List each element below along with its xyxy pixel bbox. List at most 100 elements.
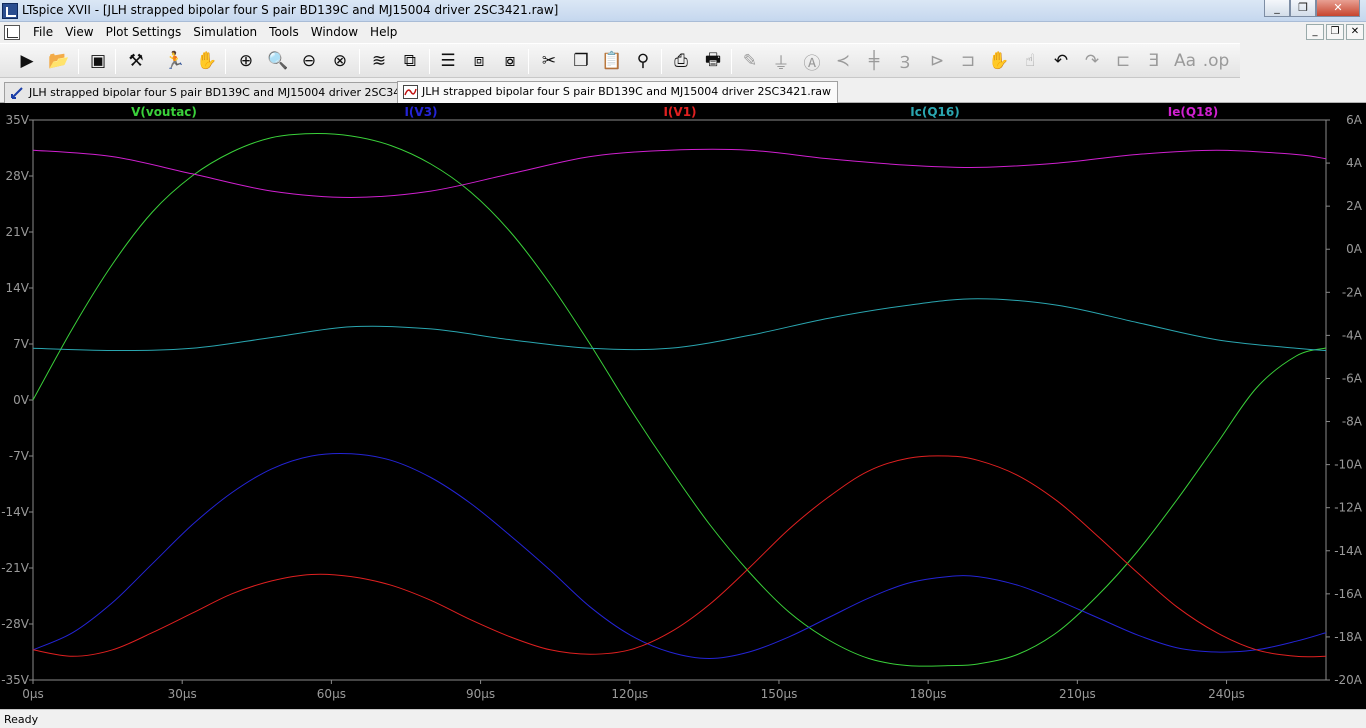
print-setup-icon[interactable]: 🖶 [700,48,726,74]
find-icon[interactable]: ⚲ [630,48,656,74]
document-tab-bar: JLH strapped bipolar four S pair BD139C … [0,79,1366,103]
inductor-icon[interactable]: Ɜ [892,48,918,74]
trace-ic-q16[interactable] [32,298,1327,352]
right-axis-tick-label: -12A [1334,501,1363,515]
menu-view[interactable]: View [59,25,99,39]
minimize-button[interactable]: _ [1264,0,1290,17]
menu-simulation[interactable]: Simulation [187,25,263,39]
title-bar: LTspice XVII - [JLH strapped bipolar fou… [0,0,1366,22]
menu-plot-settings[interactable]: Plot Settings [100,25,188,39]
x-axis-tick-label: 90µs [466,687,495,701]
trace-label-i-v3[interactable]: I(V3) [404,105,437,119]
left-axis-tick-label: 28V [6,169,30,183]
diode-icon[interactable]: ⊳ [924,48,950,74]
schematic-icon [11,87,23,99]
rotate-icon[interactable]: ⊏ [1110,48,1136,74]
copy-icon[interactable]: ❐ [568,48,594,74]
ltspice-app-icon[interactable] [2,3,18,19]
right-axis-tick-label: -14A [1334,544,1363,558]
menu-tools[interactable]: Tools [263,25,305,39]
plot-traces-icon[interactable]: ⧉ [397,48,423,74]
trace-ie-q18[interactable] [32,148,1327,199]
zoom-fit-icon[interactable]: 🔍 [265,48,291,74]
left-axis-tick-label: -35V [1,673,30,687]
left-axis-tick-label: -28V [1,617,30,631]
tab-waveform[interactable]: JLH strapped bipolar four S pair BD139C … [397,81,838,103]
spice-directive-icon[interactable]: .op [1203,48,1230,74]
right-axis-tick-label: -18A [1334,630,1363,644]
control-panel-icon[interactable]: ⚒ [123,48,149,74]
window-title: LTspice XVII - [JLH strapped bipolar fou… [22,3,559,17]
run-man-icon[interactable]: 🏃 [162,48,188,74]
zoom-cancel-icon[interactable]: ⊗ [327,48,353,74]
document-window-controls: _ ❐ ✕ [1306,24,1364,40]
tile-horizontal-icon[interactable]: ☰ [435,48,461,74]
trace-i-v3[interactable] [32,452,1327,660]
ground-icon[interactable]: ⏚ [768,48,794,74]
left-axis-tick-label: 21V [6,225,30,239]
x-axis-tick-label: 180µs [910,687,947,701]
component-icon[interactable]: ⊐ [955,48,981,74]
close-button[interactable]: ✕ [1316,0,1360,17]
right-axis-tick-label: -8A [1342,415,1363,429]
print-icon[interactable]: ⎙ [668,48,694,74]
undo-icon[interactable]: ↶ [1048,48,1074,74]
x-axis-tick-label: 240µs [1208,687,1245,701]
tab-schematic[interactable]: JLH strapped bipolar four S pair BD139C … [4,82,444,103]
maximize-button[interactable]: ❐ [1290,0,1316,17]
left-axis-tick-label: 7V [13,337,30,351]
toolbar: ▶ 📂 ▣ ⚒ 🏃 ✋ ⊕ 🔍 ⊖ ⊗ ≋ ⧉ ☰ ⧈ ⧇ ✂ ❐ 📋 ⚲ ⎙ … [0,43,1240,78]
pan-hand-icon[interactable]: ✋ [194,48,220,74]
tab-schematic-label: JLH strapped bipolar four S pair BD139C … [29,86,437,99]
trace-v-voutac[interactable] [32,133,1327,667]
open-icon[interactable]: 📂 [46,48,72,74]
zoom-in-icon[interactable]: ⊕ [233,48,259,74]
resistor-icon[interactable]: ≺ [830,48,856,74]
wire-icon[interactable]: ✎ [737,48,763,74]
cut-icon[interactable]: ✂ [536,48,562,74]
label-icon[interactable]: Ⓐ [799,48,825,74]
move-icon[interactable]: ✋ [986,48,1012,74]
text-icon[interactable]: Aa [1172,48,1198,74]
x-axis-tick-label: 0µs [22,687,44,701]
mirror-icon[interactable]: Ǝ [1141,48,1167,74]
drag-icon[interactable]: ☝ [1017,48,1043,74]
trace-label-v-voutac[interactable]: V(voutac) [131,105,197,119]
trace-label-i-v1[interactable]: I(V1) [663,105,696,119]
save-icon[interactable]: ▣ [85,48,111,74]
menu-help[interactable]: Help [364,25,403,39]
waveform-plot[interactable]: 35V 28V 21V 14V 7V 0V -7V -14V -21V -28V -35V 6A 4A… [0,103,1366,709]
left-axis-tick-label: 0V [13,393,30,407]
status-text: Ready [4,713,39,726]
right-axis-tick-label: -16A [1334,587,1363,601]
run-icon[interactable]: ▶ [14,48,40,74]
right-axis-tick-label: 2A [1346,199,1363,213]
cascade-icon[interactable]: ⧈ [466,48,492,74]
x-axis-tick-label: 30µs [168,687,197,701]
x-axis-tick-label: 60µs [317,687,346,701]
paste-icon[interactable]: 📋 [599,48,625,74]
capacitor-icon[interactable]: ╪ [861,48,887,74]
doc-restore-button[interactable]: ❐ [1326,24,1344,40]
waveform-icon [403,85,418,99]
right-axis-tick-label: -20A [1334,673,1363,687]
left-axis-tick-label: 14V [6,281,30,295]
doc-minimize-button[interactable]: _ [1306,24,1324,40]
menu-window[interactable]: Window [305,25,364,39]
redo-icon[interactable]: ↷ [1079,48,1105,74]
trace-i-v1[interactable] [32,455,1327,658]
zoom-out-icon[interactable]: ⊖ [296,48,322,74]
right-axis-tick-label: -6A [1342,371,1363,385]
trace-label-ie-q18[interactable]: Ie(Q18) [1168,105,1218,119]
right-axis-tick-label: -4A [1342,328,1363,342]
doc-close-button[interactable]: ✕ [1346,24,1364,40]
tile-vertical-icon[interactable]: ⧇ [497,48,523,74]
left-axis-tick-label: -21V [1,561,30,575]
menu-file[interactable]: File [27,25,59,39]
trace-label-ic-q16[interactable]: Ic(Q16) [910,105,959,119]
x-axis-tick-label: 120µs [611,687,648,701]
autorange-icon[interactable]: ≋ [366,48,392,74]
waveform-chart[interactable]: 35V 28V 21V 14V 7V 0V -7V -14V -21V -28V -35V 6A 4A… [0,103,1366,709]
x-axis-tick-label: 150µs [761,687,798,701]
document-system-icon[interactable] [4,25,20,40]
